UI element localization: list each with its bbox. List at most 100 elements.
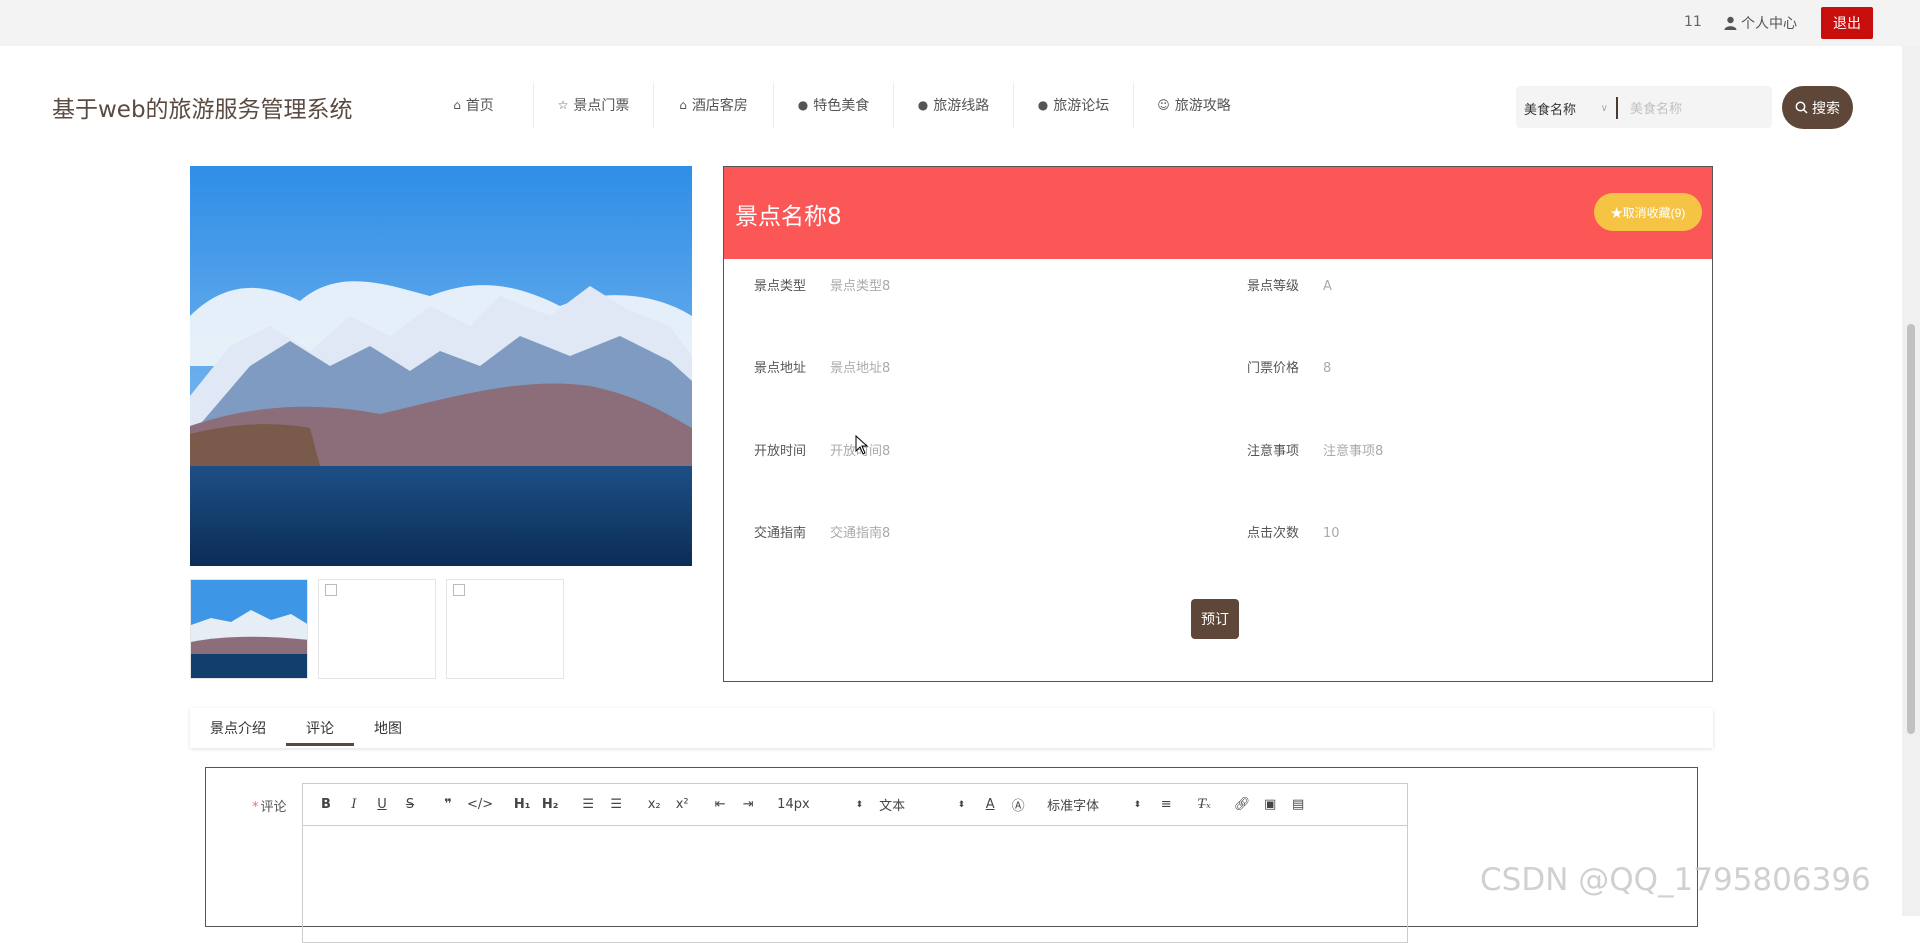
mouse-cursor-icon — [855, 435, 869, 455]
rich-text-editor[interactable]: B I U S ❞ </> H₁ H₂ ☰ ☰ x₂ x² ⇤ ⇥ 14px ⬍ — [302, 783, 1408, 943]
field-label: 注意事项 — [1247, 444, 1300, 459]
question-icon: ● — [917, 98, 929, 112]
search-button[interactable]: 搜索 — [1782, 86, 1853, 129]
field-type: 景点类型 景点类型8 — [754, 275, 890, 294]
field-value: 景点类型8 — [830, 279, 891, 294]
font-family-value: 标准字体 — [1047, 799, 1100, 814]
code-icon[interactable]: </> — [467, 793, 493, 817]
smile-icon: ☺ — [1157, 98, 1170, 112]
bold-icon[interactable]: B — [317, 793, 335, 817]
personal-center-link[interactable]: 个人中心 — [1724, 13, 1797, 33]
main-photo — [190, 166, 692, 566]
bullet-list-icon[interactable]: ☰ — [607, 793, 625, 817]
editor-toolbar: B I U S ❞ </> H₁ H₂ ☰ ☰ x₂ x² ⇤ ⇥ 14px ⬍ — [303, 784, 1407, 826]
required-mark: * — [252, 800, 259, 815]
nav-item-label: 旅游攻略 — [1174, 98, 1231, 114]
italic-icon[interactable]: I — [345, 793, 363, 817]
background-color-icon[interactable]: Ⓐ — [1009, 793, 1027, 817]
font-size-value: 14px — [777, 797, 810, 812]
font-family-select[interactable]: 标准字体 ⬍ — [1047, 795, 1141, 814]
superscript-icon[interactable]: x² — [673, 793, 691, 817]
bag-icon: ⌂ — [679, 98, 687, 112]
nav-item-guides[interactable]: ☺ 旅游攻略 — [1134, 82, 1254, 128]
nav-item-food[interactable]: ● 特色美食 — [774, 82, 894, 128]
chevron-down-icon: ∨ — [1600, 102, 1608, 114]
underline-icon[interactable]: U — [373, 793, 391, 817]
heading-2-icon[interactable]: H₂ — [541, 793, 559, 817]
search-bar: 美食名称 ∨ — [1516, 86, 1772, 128]
tab-map[interactable]: 地图 — [354, 708, 422, 748]
user-icon — [1724, 16, 1737, 30]
tab-comments[interactable]: 评论 — [286, 708, 354, 748]
book-button[interactable]: 预订 — [1191, 599, 1239, 639]
logout-button[interactable]: 退出 — [1821, 7, 1873, 39]
home-icon: ⌂ — [453, 98, 461, 112]
comment-form: * 评论 B I U S ❞ </> H₁ H₂ ☰ ☰ x₂ x² ⇤ ⇥ 14… — [205, 767, 1698, 943]
unfavorite-button[interactable]: ★取消收藏(9) — [1594, 193, 1702, 231]
field-level: 景点等级 A — [1247, 275, 1332, 294]
field-transport: 交通指南 交通指南8 — [754, 522, 890, 541]
nav-item-label: 景点门票 — [573, 98, 630, 114]
field-open-time: 开放时间 开放时间8 — [754, 440, 890, 459]
font-size-select[interactable]: 14px ⬍ — [777, 797, 863, 812]
user-id: 11 — [1684, 14, 1702, 30]
thumbnail-strip — [190, 579, 564, 679]
outdent-icon[interactable]: ⇤ — [711, 793, 729, 817]
clear-format-icon[interactable]: T̶ₓ — [1195, 793, 1213, 817]
font-color-icon[interactable]: A — [981, 793, 999, 817]
personal-center-label: 个人中心 — [1741, 16, 1797, 32]
thumbnail-3[interactable] — [446, 579, 564, 679]
strikethrough-icon[interactable]: S — [401, 793, 419, 817]
align-icon[interactable]: ≡ — [1157, 793, 1175, 817]
nav-item-home[interactable]: ⌂ 首页 — [414, 82, 534, 128]
field-label: 景点类型 — [754, 279, 807, 294]
field-value: 10 — [1323, 526, 1340, 541]
detail-tabs: 景点介绍 评论 地图 — [190, 708, 1713, 748]
field-value: A — [1323, 279, 1332, 294]
field-label: 景点地址 — [754, 361, 807, 376]
field-value: 景点地址8 — [830, 361, 891, 376]
page-scrollbar[interactable] — [1902, 46, 1920, 916]
field-address: 景点地址 景点地址8 — [754, 357, 890, 376]
nav-item-label: 首页 — [465, 98, 494, 114]
search-input[interactable] — [1630, 96, 1760, 120]
search-icon — [1795, 101, 1808, 114]
info-icon: ● — [797, 98, 809, 112]
blockquote-icon[interactable]: ❞ — [439, 793, 457, 817]
attraction-name: 景点名称8 — [735, 204, 842, 230]
ordered-list-icon[interactable]: ☰ — [579, 793, 597, 817]
info-icon: ● — [1037, 98, 1049, 112]
indent-icon[interactable]: ⇥ — [739, 793, 757, 817]
scrollbar-thumb[interactable] — [1907, 324, 1915, 734]
nav-item-label: 特色美食 — [813, 98, 870, 114]
info-header: 景点名称8 ★取消收藏(9) — [724, 167, 1712, 259]
block-type-value: 文本 — [879, 799, 906, 814]
top-utility-bar: 11 个人中心 退出 — [0, 0, 1920, 46]
attraction-info-panel: 景点名称8 ★取消收藏(9) 景点类型 景点类型8 景点等级 A 景点地址 景点地址8… — [723, 166, 1713, 682]
nav-item-hotels[interactable]: ⌂ 酒店客房 — [654, 82, 774, 128]
link-icon[interactable]: 🔗︎ — [1233, 793, 1251, 817]
field-label: 点击次数 — [1247, 526, 1300, 541]
video-icon[interactable]: ▤ — [1289, 793, 1307, 817]
field-value: 交通指南8 — [830, 526, 891, 541]
nav-item-tickets[interactable]: ☆ 景点门票 — [534, 82, 654, 128]
nav-item-forum[interactable]: ● 旅游论坛 — [1014, 82, 1134, 128]
broken-image-icon — [453, 584, 465, 596]
tab-introduction[interactable]: 景点介绍 — [190, 708, 286, 748]
watermark: CSDN @QQ_1795806396 — [1480, 862, 1871, 898]
search-type-value: 美食名称 — [1524, 102, 1577, 118]
main-nav: ⌂ 首页 ☆ 景点门票 ⌂ 酒店客房 ● 特色美食 ● 旅游线路 ● 旅游论坛 … — [414, 82, 1254, 128]
site-title: 基于web的旅游服务管理系统 — [52, 97, 353, 123]
nav-item-routes[interactable]: ● 旅游线路 — [894, 82, 1014, 128]
field-value: 注意事项8 — [1323, 444, 1384, 459]
search-type-select[interactable]: 美食名称 ∨ — [1524, 97, 1618, 119]
block-type-select[interactable]: 文本 ⬍ — [879, 795, 965, 814]
image-icon[interactable]: ▣ — [1261, 793, 1279, 817]
heading-1-icon[interactable]: H₁ — [513, 793, 531, 817]
thumbnail-2[interactable] — [318, 579, 436, 679]
field-clicks: 点击次数 10 — [1247, 522, 1340, 541]
field-label: 门票价格 — [1247, 361, 1300, 376]
thumbnail-1[interactable] — [190, 579, 308, 679]
subscript-icon[interactable]: x₂ — [645, 793, 663, 817]
nav-item-label: 旅游论坛 — [1053, 98, 1110, 114]
